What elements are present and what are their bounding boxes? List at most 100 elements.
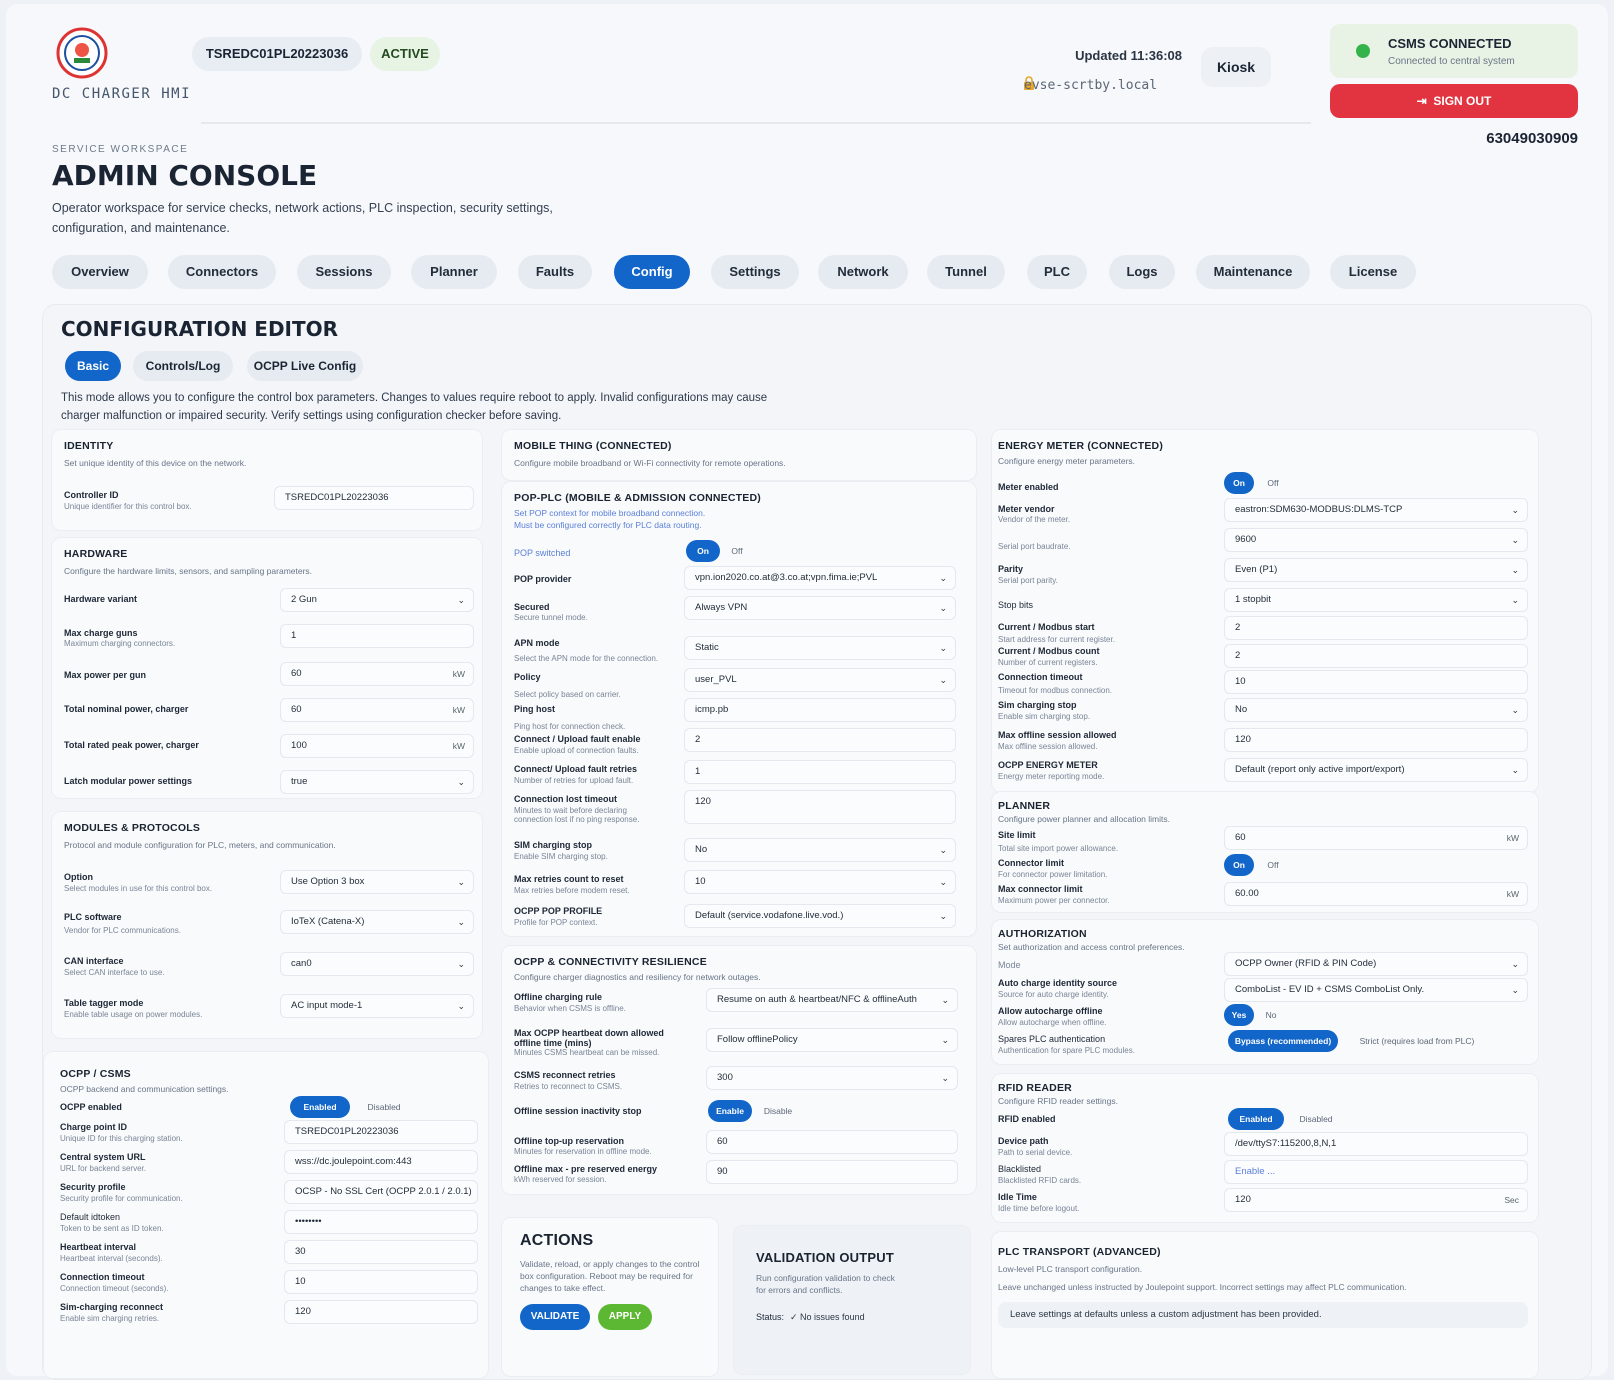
csms-reconnect-retries-select[interactable]: 300 ⌄ <box>706 1066 958 1090</box>
tab-faults[interactable]: Faults <box>518 255 592 289</box>
ocpp-pop-profile-select[interactable]: Default (service.vodafone.live.vod.) ⌄ <box>684 904 956 928</box>
plc-software-select[interactable]: IoTeX (Catena-X) ⌄ <box>280 910 474 934</box>
pop-off-toggle[interactable]: Off <box>722 540 752 562</box>
offline-charging-rule-select[interactable]: Resume on auth & heartbeat/NFC & offline… <box>706 988 958 1012</box>
max-offline-session-input[interactable]: 120 <box>1224 728 1528 752</box>
site-limit-input[interactable]: 60 kW <box>1224 826 1528 850</box>
rfid-disabled-toggle[interactable]: Disabled <box>1288 1108 1344 1130</box>
parity-select[interactable]: Even (P1) ⌄ <box>1224 558 1528 582</box>
sim-charging-reconnect-input[interactable]: 120 <box>284 1300 478 1324</box>
ping-host-input[interactable]: icmp.pb <box>684 698 956 722</box>
subtab-controls-log[interactable]: Controls/Log <box>133 351 233 381</box>
subtab-basic[interactable]: Basic <box>65 351 121 381</box>
tab-tunnel[interactable]: Tunnel <box>927 255 1005 289</box>
status-label: Status: <box>756 1312 785 1322</box>
inactivity-enable-toggle[interactable]: Enable <box>708 1100 752 1122</box>
max-heartbeat-down-select[interactable]: Follow offlinePolicy ⌄ <box>706 1028 958 1052</box>
central-system-url-input[interactable]: wss://dc.joulepoint.com:443 <box>284 1150 478 1174</box>
field-label: Max retries count to reset <box>514 874 624 884</box>
kiosk-button[interactable]: Kiosk <box>1201 47 1271 87</box>
connection-timeout-input[interactable]: 10 <box>284 1270 478 1294</box>
inactivity-disable-toggle[interactable]: Disable <box>756 1100 800 1122</box>
ocpp-enabled-toggle[interactable]: Enabled <box>290 1096 350 1118</box>
option-select[interactable]: Use Option 3 box ⌄ <box>280 870 474 894</box>
max-charge-guns-input[interactable]: 1 <box>280 624 474 648</box>
policy-select[interactable]: user_PVL ⌄ <box>684 668 956 692</box>
sim-charging-stop-select[interactable]: No ⌄ <box>684 838 956 862</box>
connector-limit-on-toggle[interactable]: On <box>1224 854 1254 876</box>
controller-id-input[interactable]: TSREDC01PL20223036 <box>274 486 474 510</box>
connector-limit-off-toggle[interactable]: Off <box>1258 854 1288 876</box>
auth-mode-select[interactable]: OCPP Owner (RFID & PIN Code) ⌄ <box>1224 952 1528 976</box>
ocpp-disabled-toggle[interactable]: Disabled <box>354 1096 414 1118</box>
autocharge-yes-toggle[interactable]: Yes <box>1224 1004 1254 1026</box>
tab-sessions[interactable]: Sessions <box>297 255 391 289</box>
chevron-down-icon: ⌄ <box>941 1035 949 1045</box>
table-tagger-select[interactable]: AC input mode-1 ⌄ <box>280 994 474 1018</box>
max-connector-limit-input[interactable]: 60.00 kW <box>1224 882 1528 906</box>
validate-button[interactable]: VALIDATE <box>520 1304 590 1330</box>
modbus-count-input[interactable]: 2 <box>1224 644 1528 668</box>
tab-logs[interactable]: Logs <box>1109 255 1175 289</box>
max-retries-select[interactable]: 10 ⌄ <box>684 870 956 894</box>
apply-button[interactable]: APPLY <box>598 1304 652 1330</box>
meter-sim-stop-select[interactable]: No ⌄ <box>1224 698 1528 722</box>
topup-reservation-input[interactable]: 60 <box>706 1130 958 1154</box>
meter-vendor-select[interactable]: eastron:SDM630-MODBUS:DLMS-TCP ⌄ <box>1224 498 1528 522</box>
autocharge-no-toggle[interactable]: No <box>1256 1004 1286 1026</box>
device-path-input[interactable]: /dev/ttyS7:115200,8,N,1 <box>1224 1132 1528 1156</box>
field-value: 10 <box>695 876 706 887</box>
tab-settings[interactable]: Settings <box>711 255 799 289</box>
tab-connectors[interactable]: Connectors <box>168 255 276 289</box>
modbus-start-input[interactable]: 2 <box>1224 616 1528 640</box>
blacklisted-input[interactable]: Enable ... <box>1224 1160 1528 1184</box>
field-label: Connection timeout <box>60 1272 145 1282</box>
tab-network[interactable]: Network <box>818 255 908 289</box>
upload-fault-retries-input[interactable]: 1 <box>684 760 956 784</box>
subtab-ocpp-live[interactable]: OCPP Live Config <box>247 351 363 381</box>
auto-charge-source-select[interactable]: ComboList - EV ID + CSMS ComboList Only.… <box>1224 978 1528 1002</box>
tab-plc[interactable]: PLC <box>1027 255 1087 289</box>
connection-lost-timeout-input[interactable]: 120 <box>684 790 956 824</box>
tab-license[interactable]: License <box>1330 255 1416 289</box>
hardware-variant-select[interactable]: 2 Gun ⌄ <box>280 588 474 612</box>
secured-select[interactable]: Always VPN ⌄ <box>684 596 956 620</box>
spare-strict-toggle[interactable]: Strict (requires load from PLC) <box>1342 1030 1492 1052</box>
spare-bypass-toggle[interactable]: Bypass (recommended) <box>1228 1030 1338 1052</box>
meter-off-toggle[interactable]: Off <box>1258 472 1288 494</box>
apn-mode-select[interactable]: Static ⌄ <box>684 636 956 660</box>
rfid-enabled-toggle[interactable]: Enabled <box>1228 1108 1284 1130</box>
field-value: Use Option 3 box <box>291 876 365 887</box>
field-label: Max power per gun <box>64 670 147 680</box>
actions-card: ACTIONS Validate, reload, or apply chang… <box>501 1217 719 1377</box>
meter-on-toggle[interactable]: On <box>1224 472 1254 494</box>
sign-out-button[interactable]: ⇥ SIGN OUT <box>1330 84 1578 118</box>
field-label: Max charge guns <box>64 628 138 638</box>
heartbeat-interval-input[interactable]: 30 <box>284 1240 478 1264</box>
total-rated-peak-power-input[interactable]: 100 kW <box>280 734 474 758</box>
default-idtoken-input[interactable]: •••••••• <box>284 1210 478 1234</box>
field-help: Start address for current register. <box>998 635 1115 644</box>
max-pre-reserved-input[interactable]: 90 <box>706 1160 958 1184</box>
pop-on-toggle[interactable]: On <box>686 540 720 562</box>
tab-maintenance[interactable]: Maintenance <box>1196 255 1310 289</box>
max-power-per-gun-input[interactable]: 60 kW <box>280 662 474 686</box>
stop-bits-select[interactable]: 1 stopbit ⌄ <box>1224 588 1528 612</box>
charge-point-id-input[interactable]: TSREDC01PL20223036 <box>284 1120 478 1144</box>
baudrate-select[interactable]: 9600 ⌄ <box>1224 528 1528 552</box>
meter-connection-timeout-input[interactable]: 10 <box>1224 670 1528 694</box>
total-nominal-power-input[interactable]: 60 kW <box>280 698 474 722</box>
idle-time-input[interactable]: 120 Sec <box>1224 1188 1528 1212</box>
security-profile-select[interactable]: OCSP - No SSL Cert (OCPP 2.0.1 / 2.0.1) <box>284 1180 478 1204</box>
tab-overview[interactable]: Overview <box>52 255 148 289</box>
can-interface-select[interactable]: can0 ⌄ <box>280 952 474 976</box>
latch-modular-select[interactable]: true ⌄ <box>280 770 474 794</box>
ocpp-energy-meter-select[interactable]: Default (report only active import/expor… <box>1224 758 1528 782</box>
pop-provider-select[interactable]: vpn.ion2020.co.at@3.co.at;vpn.fima.ie;PV… <box>684 566 956 590</box>
tab-planner[interactable]: Planner <box>411 255 497 289</box>
tab-config[interactable]: Config <box>614 255 690 289</box>
field-help: Profile for POP context. <box>514 918 598 927</box>
card-subtitle: Configure mobile broadband or Wi-Fi conn… <box>514 458 786 468</box>
connect-upload-fault-input[interactable]: 2 <box>684 728 956 752</box>
field-label: Stop bits <box>998 600 1034 610</box>
